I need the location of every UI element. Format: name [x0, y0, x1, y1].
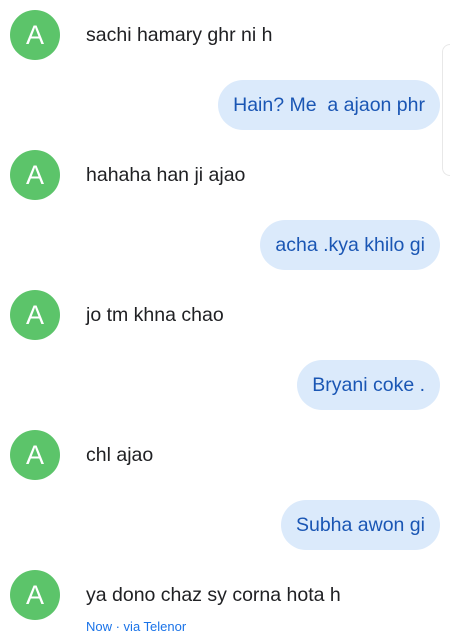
avatar-letter: A [25, 439, 44, 470]
incoming-message-text: hahaha han ji ajao [86, 164, 246, 186]
outgoing-message: Bryani coke . [0, 350, 450, 420]
contact-avatar[interactable]: A [10, 290, 60, 340]
outgoing-message-bubble[interactable]: acha .kya khilo gi [260, 220, 440, 270]
avatar-letter: A [25, 19, 44, 50]
outgoing-message-bubble[interactable]: Hain? Me a ajaon phr [218, 80, 440, 130]
outgoing-message-bubble[interactable]: Subha awon gi [280, 500, 440, 550]
avatar-letter: A [25, 159, 44, 190]
outgoing-message-text: acha .kya khilo gi [275, 234, 425, 256]
incoming-message-text: chl ajao [86, 444, 154, 466]
contact-avatar[interactable]: A [10, 570, 60, 620]
outgoing-message-text: Bryani coke . [312, 374, 425, 396]
contact-avatar[interactable]: A [10, 10, 60, 60]
outgoing-message: Subha awon gi [0, 490, 450, 560]
incoming-message: A jo tm khna chao [0, 280, 450, 350]
contact-avatar[interactable]: A [10, 150, 60, 200]
message-thread: A sachi hamary ghr ni h Hain? Me a ajaon… [0, 0, 450, 634]
incoming-message-text: jo tm khna chao [86, 304, 224, 326]
side-panel-edge[interactable] [442, 44, 450, 176]
outgoing-message: Hain? Me a ajaon phr [0, 70, 450, 140]
incoming-message-text: sachi hamary ghr ni h [86, 24, 273, 46]
outgoing-message-bubble[interactable]: Bryani coke . [297, 360, 440, 410]
avatar-letter: A [25, 579, 44, 610]
avatar-letter: A [25, 299, 44, 330]
incoming-message: A chl ajao [0, 420, 450, 490]
outgoing-message: acha .kya khilo gi [0, 210, 450, 280]
outgoing-message-text: Hain? Me a ajaon phr [233, 94, 425, 116]
incoming-message: A sachi hamary ghr ni h [0, 0, 450, 70]
incoming-message: A hahaha han ji ajao [0, 140, 450, 210]
outgoing-message-text: Subha awon gi [295, 514, 425, 536]
contact-avatar[interactable]: A [10, 430, 60, 480]
incoming-message: A ya dono chaz sy corna hota h [0, 560, 450, 630]
